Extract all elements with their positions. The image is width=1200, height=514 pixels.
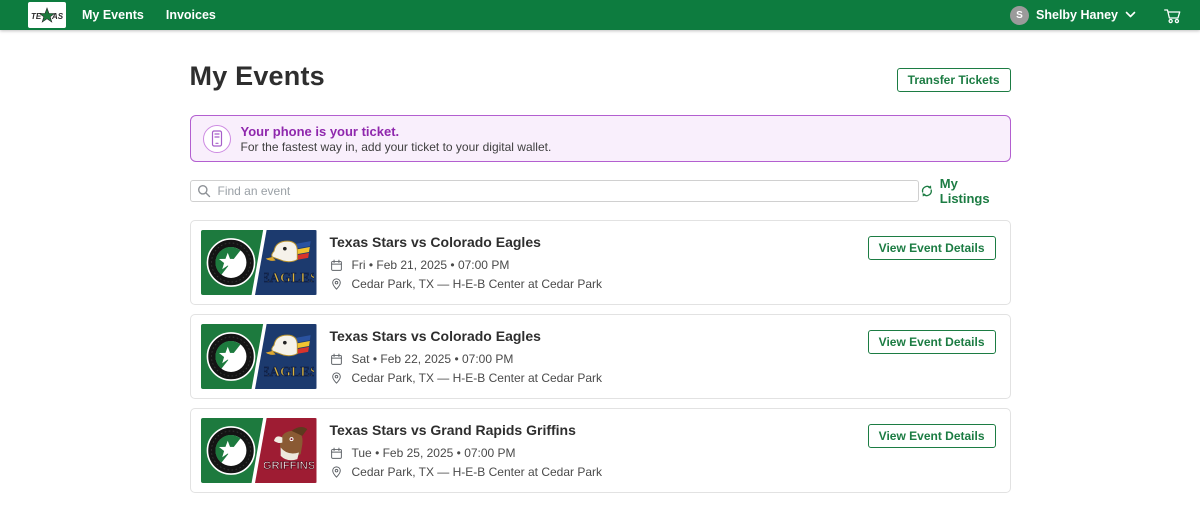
calendar-icon (330, 353, 344, 366)
svg-text:AS: AS (51, 12, 64, 21)
event-thumbnail: EAGLES (201, 230, 317, 295)
top-navigation: TE AS My Events Invoices S Shelby Haney (0, 0, 1200, 30)
event-location: Cedar Park, TX — H-E-B Center at Cedar P… (352, 277, 603, 291)
event-location-row: Cedar Park, TX — H-E-B Center at Cedar P… (330, 465, 603, 479)
event-date-row: Fri • Feb 21, 2025 • 07:00 PM (330, 258, 603, 272)
event-title: Texas Stars vs Grand Rapids Griffins (330, 422, 603, 438)
calendar-icon (330, 259, 344, 272)
event-location-row: Cedar Park, TX — H-E-B Center at Cedar P… (330, 277, 603, 291)
chevron-down-icon[interactable] (1125, 11, 1136, 19)
nav-item-my-events[interactable]: My Events (82, 0, 144, 30)
nav-user-area: S Shelby Haney (1010, 4, 1184, 26)
my-listings-link[interactable]: My Listings (919, 176, 1011, 206)
texas-stars-badge-icon (205, 235, 257, 290)
view-event-details-button[interactable]: View Event Details (868, 236, 996, 260)
event-info: Texas Stars vs Grand Rapids Griffins Tue… (330, 422, 603, 479)
event-info: Texas Stars vs Colorado Eagles Sat • Feb… (330, 328, 603, 385)
event-location: Cedar Park, TX — H-E-B Center at Cedar P… (352, 465, 603, 479)
event-card: EAGLES Texas Stars vs Colorado Eagles Sa… (190, 314, 1011, 399)
event-thumbnail: EAGLES (201, 324, 317, 389)
view-event-details-button[interactable]: View Event Details (868, 330, 996, 354)
view-event-details-button[interactable]: View Event Details (868, 424, 996, 448)
page-title: My Events (190, 61, 325, 92)
transfer-tickets-button[interactable]: Transfer Tickets (897, 68, 1011, 92)
event-info: Texas Stars vs Colorado Eagles Fri • Feb… (330, 234, 603, 291)
search-icon (197, 184, 211, 203)
colorado-eagles-logo-icon: EAGLES (264, 328, 314, 384)
event-date-row: Tue • Feb 25, 2025 • 07:00 PM (330, 446, 603, 460)
event-title: Texas Stars vs Colorado Eagles (330, 234, 603, 250)
colorado-eagles-logo-icon: EAGLES (264, 234, 314, 290)
event-thumbnail: GRIFFINS (201, 418, 317, 483)
user-name[interactable]: Shelby Haney (1036, 8, 1118, 22)
avatar[interactable]: S (1010, 6, 1029, 25)
calendar-icon (330, 447, 344, 460)
grand-rapids-griffins-logo-icon: GRIFFINS (264, 422, 314, 478)
banner-subtitle: For the fastest way in, add your ticket … (241, 140, 552, 154)
event-card: GRIFFINS Texas Stars vs Grand Rapids Gri… (190, 408, 1011, 493)
texas-stars-logo-icon: TE AS (30, 5, 64, 25)
banner-text: Your phone is your ticket. For the faste… (241, 124, 552, 154)
event-location-row: Cedar Park, TX — H-E-B Center at Cedar P… (330, 371, 603, 385)
page-header: My Events Transfer Tickets (190, 61, 1011, 92)
events-list: EAGLES Texas Stars vs Colorado Eagles Fr… (190, 220, 1011, 493)
svg-text:EAGLES: EAGLES (264, 364, 314, 380)
main-content: My Events Transfer Tickets Your phone is… (190, 61, 1011, 493)
svg-text:EAGLES: EAGLES (264, 270, 314, 286)
texas-stars-logo[interactable]: TE AS (28, 2, 66, 28)
event-location: Cedar Park, TX — H-E-B Center at Cedar P… (352, 371, 603, 385)
digital-wallet-banner: Your phone is your ticket. For the faste… (190, 115, 1011, 162)
nav-links: My Events Invoices (82, 0, 216, 30)
search-input[interactable] (190, 180, 919, 202)
location-pin-icon (330, 465, 344, 479)
search-row: My Listings (190, 176, 1011, 206)
location-pin-icon (330, 371, 344, 385)
location-pin-icon (330, 277, 344, 291)
svg-text:GRIFFINS: GRIFFINS (264, 460, 314, 472)
texas-stars-badge-icon (205, 423, 257, 478)
event-date: Sat • Feb 22, 2025 • 07:00 PM (352, 352, 514, 366)
texas-stars-badge-icon (205, 329, 257, 384)
refresh-icon (919, 183, 935, 199)
cart-icon[interactable] (1161, 4, 1184, 26)
event-card: EAGLES Texas Stars vs Colorado Eagles Fr… (190, 220, 1011, 305)
event-title: Texas Stars vs Colorado Eagles (330, 328, 603, 344)
event-date: Tue • Feb 25, 2025 • 07:00 PM (352, 446, 516, 460)
my-listings-label: My Listings (940, 176, 1011, 206)
nav-item-invoices[interactable]: Invoices (166, 0, 216, 30)
search-wrap (190, 180, 919, 202)
event-date: Fri • Feb 21, 2025 • 07:00 PM (352, 258, 510, 272)
phone-ticket-icon (203, 125, 231, 153)
banner-title: Your phone is your ticket. (241, 124, 552, 139)
event-date-row: Sat • Feb 22, 2025 • 07:00 PM (330, 352, 603, 366)
